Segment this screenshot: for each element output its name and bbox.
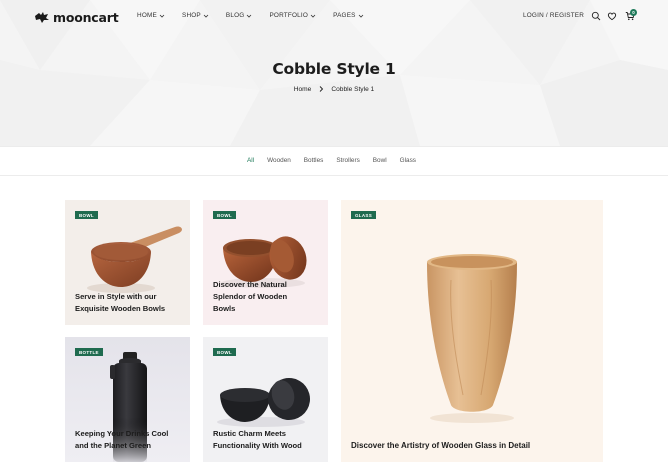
main-nav: HOME SHOP BLOG PORTFOLIO PAGES: [137, 12, 381, 19]
chevron-down-icon: [159, 14, 165, 18]
nav-item-label: PORTFOLIO: [269, 12, 309, 19]
post-title-line: Functionality With Wood: [213, 441, 302, 450]
category-tag: BOWL: [213, 211, 236, 219]
nav-item-blog[interactable]: BLOG: [226, 12, 253, 19]
filter-glass[interactable]: Glass: [400, 157, 416, 164]
category-tag: GLASS: [351, 211, 377, 219]
nav-item-label: HOME: [137, 12, 157, 19]
search-icon[interactable]: [591, 11, 601, 21]
nav-item-label: PAGES: [333, 12, 356, 19]
post-title-line: Exquisite Wooden Bowls: [75, 304, 166, 313]
post-title[interactable]: Discover the Natural Splendor of Wooden …: [213, 279, 287, 315]
post-title-line: Bowls: [213, 304, 236, 313]
post-title-line: Keeping Your Drinks Cool: [75, 429, 169, 438]
post-card[interactable]: BOWL Serve in Style with our Exquisite W…: [65, 200, 190, 325]
post-title-line: Rustic Charm Meets: [213, 429, 287, 438]
post-title-line: Discover the Artistry of Wooden Glass in…: [351, 441, 531, 450]
filter-wooden[interactable]: Wooden: [267, 157, 291, 164]
chevron-down-icon: [358, 14, 363, 18]
chevron-down-icon: [247, 14, 252, 18]
breadcrumb-home-link[interactable]: Home: [294, 86, 312, 93]
nav-item-home[interactable]: HOME: [137, 12, 165, 19]
top-navigation: mooncart HOME SHOP BLOG PORTFOLIO PAGES: [0, 0, 668, 34]
category-tag: BOWL: [75, 211, 98, 219]
category-filters: All Wooden Bottles Strollers Bowl Glass: [247, 157, 429, 164]
filter-bottles[interactable]: Bottles: [304, 157, 324, 164]
brand-name: mooncart: [53, 9, 119, 25]
nav-item-label: BLOG: [225, 12, 245, 19]
post-card[interactable]: BOWL Rustic Charm Meets Functionality Wi…: [203, 337, 328, 462]
post-title[interactable]: Discover the Artistry of Wooden Glass in…: [351, 440, 530, 452]
post-card-featured[interactable]: GLASS Discover the Artistry of Wooden Gl…: [341, 200, 603, 462]
post-title-line: and the Planet Green: [75, 441, 151, 450]
post-title[interactable]: Rustic Charm Meets Functionality With Wo…: [213, 428, 302, 452]
wooden-glass-image: [427, 254, 517, 423]
breadcrumb: Home Cobble Style 1: [0, 85, 668, 93]
category-tag: BOTTLE: [75, 348, 103, 356]
nav-item-portfolio[interactable]: PORTFOLIO: [269, 12, 316, 19]
post-title[interactable]: Keeping Your Drinks Cool and the Planet …: [75, 428, 168, 452]
nav-item-label: SHOP: [181, 12, 201, 19]
post-title-line: Serve in Style with our: [75, 292, 157, 301]
post-card[interactable]: BOTTLE Keeping Your Drinks Cool and the …: [65, 337, 190, 462]
login-register-link[interactable]: LOGIN / REGISTER: [523, 12, 584, 19]
chevron-down-icon: [310, 14, 316, 18]
filter-strollers[interactable]: Strollers: [336, 157, 359, 164]
category-tag: BOWL: [213, 348, 236, 356]
post-title-line: Splendor of Wooden: [213, 292, 288, 301]
post-card[interactable]: BOWL Discover the Natural Splendor of Wo…: [203, 200, 328, 325]
post-title-line: Discover the Natural: [213, 280, 287, 289]
nav-item-shop[interactable]: SHOP: [182, 12, 209, 19]
chevron-right-icon: [320, 86, 324, 92]
page-header: mooncart HOME SHOP BLOG PORTFOLIO PAGES: [0, 0, 668, 146]
post-title[interactable]: Serve in Style with our Exquisite Wooden…: [75, 291, 165, 315]
breadcrumb-current: Cobble Style 1: [331, 85, 375, 93]
filter-bar: All Wooden Bottles Strollers Bowl Glass: [0, 146, 668, 176]
filter-bowl[interactable]: Bowl: [373, 157, 387, 164]
nav-item-pages[interactable]: PAGES: [333, 12, 364, 19]
logo-mark-icon: [35, 12, 49, 23]
logo[interactable]: mooncart: [34, 9, 119, 25]
page-title: Cobble Style 1: [272, 60, 396, 78]
heart-icon[interactable]: [607, 11, 617, 21]
filter-all[interactable]: All: [247, 157, 254, 164]
chevron-down-icon: [203, 14, 209, 18]
cart-count-badge: 0: [630, 9, 637, 16]
